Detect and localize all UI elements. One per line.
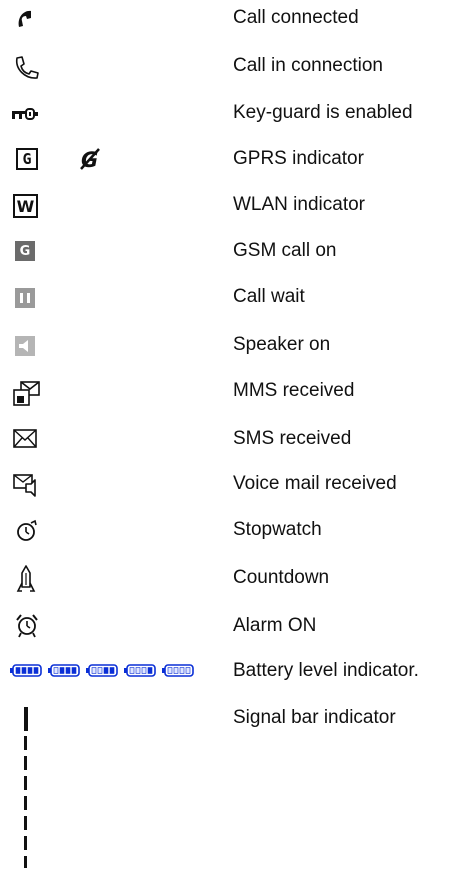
voice-mail-icon [12, 473, 40, 499]
legend-row-battery: Battery level indicator. [0, 660, 471, 700]
battery-segment [71, 667, 77, 674]
battery-segment [147, 667, 153, 674]
call-wait-icon [15, 288, 35, 308]
battery-segment [65, 667, 71, 674]
legend-label: SMS received [233, 428, 352, 449]
legend-label: Battery level indicator. [233, 660, 419, 681]
gprs-icon: G [16, 148, 38, 170]
battery-segment [179, 667, 185, 674]
battery-segment [59, 667, 65, 674]
wlan-glyph: W [16, 196, 35, 216]
battery-level-3-icon [124, 664, 156, 677]
battery-icon [10, 664, 196, 678]
battery-segment [21, 667, 27, 674]
legend-label: Call in connection [233, 55, 383, 76]
wlan-icon: W [13, 194, 38, 218]
battery-segment [97, 667, 103, 674]
sms-received-icon [12, 428, 40, 450]
battery-level-0-icon [10, 664, 42, 677]
battery-segment [173, 667, 179, 674]
legend-row-gsm-call: G GSM call on [0, 240, 471, 280]
stopwatch-icon [15, 519, 39, 543]
battery-segment [141, 667, 147, 674]
gprs-glyph: G [22, 150, 32, 168]
key-guard-icon [11, 108, 41, 122]
legend-label: Call connected [233, 7, 359, 28]
battery-level-1-icon [48, 664, 80, 677]
call-connected-icon [14, 9, 36, 31]
mms-received-icon [12, 380, 42, 408]
legend-label: Alarm ON [233, 615, 317, 636]
battery-level-4-icon [162, 664, 194, 677]
battery-segment [91, 667, 97, 674]
gprs-suspended-icon: G [78, 147, 102, 171]
legend-label: Countdown [233, 567, 330, 588]
legend-row-alarm: Alarm ON [0, 613, 471, 655]
legend-row-key-guard: Key-guard is enabled [0, 102, 471, 142]
battery-level-2-icon [86, 664, 118, 677]
legend-row-mms: MMS received [0, 380, 471, 420]
legend-row-gprs: G G GPRS indicator [0, 148, 471, 188]
legend-label: WLAN indicator [233, 194, 365, 215]
legend-row-wlan: W WLAN indicator [0, 194, 471, 234]
legend-label: MMS received [233, 380, 355, 401]
legend-label: Signal bar indicator [233, 707, 396, 728]
legend-row-stopwatch: Stopwatch [0, 519, 471, 559]
battery-segment [135, 667, 141, 674]
legend-label: Speaker on [233, 334, 331, 355]
legend-row-voice-mail: Voice mail received [0, 473, 471, 513]
legend-row-signal: Signal bar indicator [0, 707, 471, 872]
countdown-icon [16, 565, 36, 595]
legend-label: Key-guard is enabled [233, 102, 413, 123]
legend-row-sms: SMS received [0, 428, 471, 468]
alarm-icon [14, 613, 40, 639]
battery-segment [103, 667, 109, 674]
battery-segment [15, 667, 21, 674]
signal-bar-icon [23, 707, 29, 869]
legend-row-call-wait: Call wait [0, 286, 471, 326]
battery-segment [185, 667, 191, 674]
legend-label: Call wait [233, 286, 305, 307]
battery-segment [53, 667, 59, 674]
call-in-connection-icon [12, 55, 40, 81]
battery-segment [33, 667, 39, 674]
battery-segment [167, 667, 173, 674]
gsm-call-icon: G [15, 241, 35, 261]
legend-row-countdown: Countdown [0, 565, 471, 607]
legend-row-call-connected: Call connected [0, 7, 471, 47]
legend-row-call-in-connection: Call in connection [0, 55, 471, 95]
legend-row-speaker: Speaker on [0, 334, 471, 374]
battery-segment [109, 667, 115, 674]
legend-label: GSM call on [233, 240, 337, 261]
speaker-icon [15, 336, 35, 356]
battery-segment [129, 667, 135, 674]
battery-segment [27, 667, 33, 674]
legend-label: GPRS indicator [233, 148, 364, 169]
legend-label: Voice mail received [233, 473, 397, 494]
legend-label: Stopwatch [233, 519, 322, 540]
gsm-glyph: G [19, 243, 31, 259]
